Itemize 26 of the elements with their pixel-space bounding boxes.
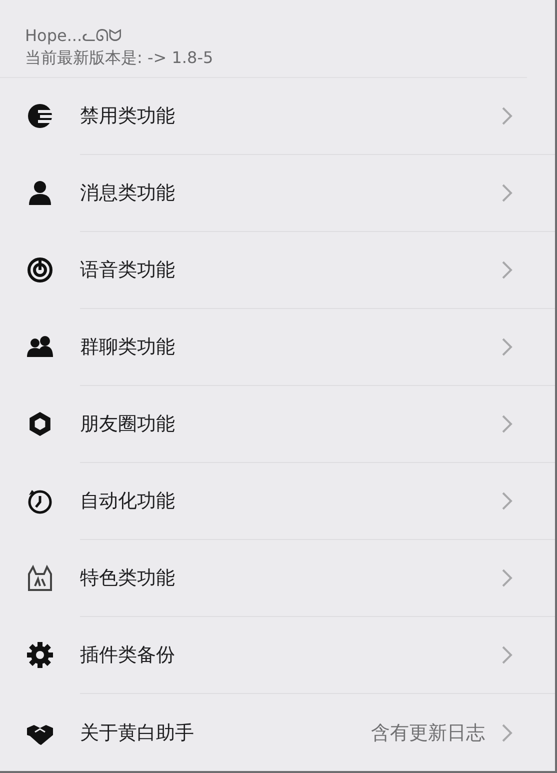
chevron-icon (501, 337, 513, 357)
menu-item[interactable]: 朋友圈功能 (80, 411, 501, 437)
menu-item[interactable]: 消息类功能 (80, 180, 501, 206)
menu-item[interactable]: 语音类功能 (80, 257, 501, 283)
chevron-icon (501, 491, 513, 511)
chevron-icon (501, 568, 513, 588)
timer-icon (26, 487, 54, 515)
version-text: 当前最新版本是: -> 1.8-5 (25, 48, 214, 68)
menu-item[interactable]: 关于黄白助手 (80, 720, 371, 746)
menu-item[interactable]: 自动化功能 (80, 488, 501, 514)
item-detail: 含有更新日志 (371, 720, 485, 746)
chevron-icon (501, 260, 513, 280)
menu-item[interactable]: 群聊类功能 (80, 334, 501, 360)
menu-item[interactable]: 禁用类功能 (80, 103, 501, 129)
chevron-icon (501, 645, 513, 665)
person-icon (26, 179, 54, 207)
settings-icon (26, 641, 54, 669)
menu-item[interactable]: 插件类备份 (80, 642, 501, 668)
cat-icon (26, 564, 54, 592)
app-title: Hope...ᓚᘏᗢ (25, 26, 123, 46)
target-icon (26, 256, 54, 284)
chevron-icon (501, 106, 513, 126)
chevron-icon (501, 183, 513, 203)
menu-item[interactable]: 特色类功能 (80, 565, 501, 591)
chevron-icon (501, 722, 513, 742)
chevron-icon (501, 414, 513, 434)
